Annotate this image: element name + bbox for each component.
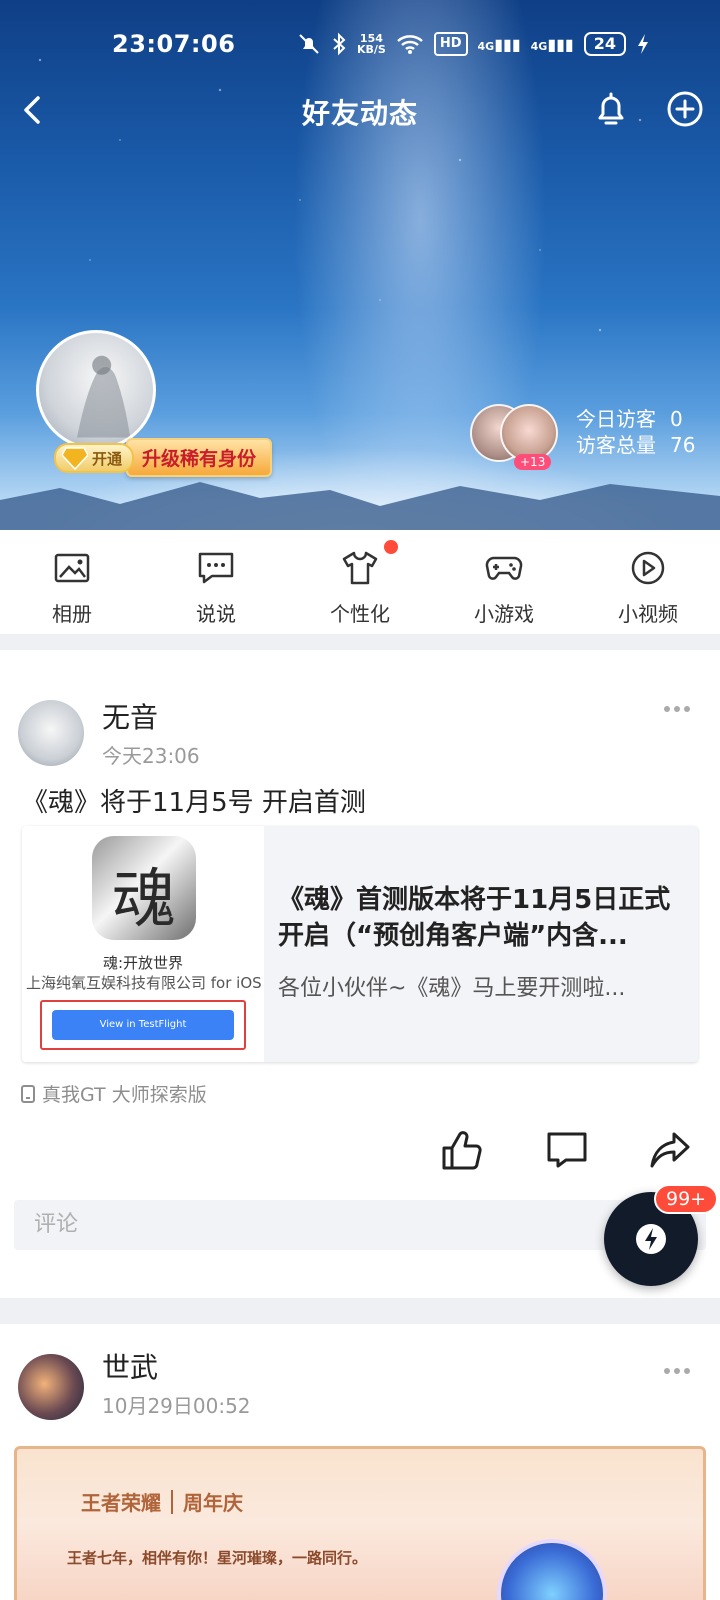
share-thumbnail: 魂 魂:开放世界 上海纯氧互娱科技有限公司 for iOS View in Te… [22,826,264,1062]
screen: 23:07:06 154KB/S HD 4G▮▮▮ 4G▮▮▮ 24 好友动态 [0,0,720,1600]
emblem-graphic [497,1539,607,1600]
post-author-name[interactable]: 世武 [102,1346,158,1386]
chat-bubble-icon [198,552,234,584]
top-bar: 好友动态 [0,82,720,138]
mute-bell-icon [299,34,319,54]
visitor-avatars[interactable] [470,404,562,462]
comment-input[interactable]: 评论 [14,1200,706,1250]
upgrade-identity-button[interactable]: 升级稀有身份 [126,438,273,477]
signal-1: 4G▮▮▮ [477,34,521,54]
status-bar: 23:07:06 154 KB/S HD 4G▮▮▮ 4G▮▮▮ 24 [0,28,720,64]
add-circle-icon[interactable] [664,88,706,130]
game-logo: 王者荣耀 周年庆 [81,1487,243,1516]
device-source: 真我GT 大师探索版 [20,1080,207,1107]
app-icon: 魂 [92,836,196,940]
nav-games-label: 小游戏 [474,602,534,626]
image-slogan: 王者七年，相伴有你！星河璀璨，一路同行。 [67,1549,368,1567]
nav-moments[interactable]: 说说 [144,530,288,634]
post-actions [420,1128,720,1188]
charging-icon [638,34,648,54]
notification-dot [384,540,398,554]
lightning-bubble-icon [636,1224,666,1254]
feed-post: 世武 10月29日00:52 王者荣耀 周年庆 王者七年，相伴有你！星河璀璨，一… [0,1324,720,1600]
bluetooth-icon [333,32,346,56]
cover-banner: 23:07:06 154KB/S HD 4G▮▮▮ 4G▮▮▮ 24 好友动态 [0,0,720,530]
nav-videos[interactable]: 小视频 [576,530,720,634]
total-visitors-label: 访客总量 [576,433,656,457]
post-image[interactable]: 王者荣耀 周年庆 王者七年，相伴有你！星河璀璨，一路同行。 [14,1446,706,1600]
share-description: 各位小伙伴~《魂》马上要开测啦... [278,976,626,1001]
hd-indicator: HD [433,32,468,56]
post-author-name[interactable]: 无音 [102,696,158,736]
logo-separator [171,1489,173,1514]
avatar-illustration [77,355,131,438]
nav-moments-label: 说说 [196,602,236,626]
brand-name: 王者荣耀 [81,1491,161,1515]
battery-indicator: 24 [583,32,626,56]
comment-icon[interactable] [546,1130,588,1170]
photo-icon [54,553,90,583]
nav-album[interactable]: 相册 [0,530,144,634]
today-visitors-value: 0 [670,407,683,431]
wifi-icon [397,35,423,54]
like-icon[interactable] [440,1128,484,1172]
event-name: 周年庆 [183,1491,243,1515]
testflight-button: View in TestFlight [52,1010,234,1040]
vip-badge[interactable]: 开通 升级稀有身份 [54,438,273,477]
post-time: 今天23:06 [102,744,200,768]
visitor-stats[interactable]: 今日访客 0 访客总量 76 [576,406,695,458]
more-options-icon[interactable] [662,1366,692,1376]
highlight-frame: View in TestFlight [40,1000,246,1050]
app-company: 上海纯氧互娱科技有限公司 for iOS [26,974,262,992]
post-time: 10月29日00:52 [102,1394,251,1418]
nav-album-label: 相册 [52,602,92,626]
nav-personalize-label: 个性化 [330,602,390,626]
share-icon[interactable] [648,1128,692,1172]
notification-badge: 99+ [654,1184,719,1214]
nav-games[interactable]: 小游戏 [432,530,576,634]
visitor-more-badge: +13 [514,454,552,470]
vip-open-button[interactable]: 开通 [54,442,135,473]
total-visitors-value: 76 [670,433,696,457]
quick-nav: 相册 说说 个性化 小游戏 小视频 [0,530,720,634]
nav-videos-label: 小视频 [618,602,678,626]
play-icon [631,551,665,585]
tshirt-icon [342,551,378,585]
gamepad-icon [485,556,523,580]
shared-link-card[interactable]: 魂 魂:开放世界 上海纯氧互娱科技有限公司 for iOS View in Te… [22,826,698,1062]
share-title: 《魂》首测版本将于11月5日正式开启（“预创角客户端”内含... [278,885,671,951]
nav-personalize[interactable]: 个性化 [288,530,432,634]
more-options-icon[interactable] [662,704,692,714]
phone-icon [21,1084,35,1103]
status-time: 23:07:06 [112,30,236,58]
profile-avatar[interactable] [36,330,156,450]
diamond-icon [62,446,88,470]
post-text: 《魂》将于11月5号 开启首测 [22,788,366,818]
post-author-avatar[interactable] [18,700,84,766]
feed-post: 无音 今天23:06 《魂》将于11月5号 开启首测 魂 魂:开放世界 上海纯氧… [0,650,720,1298]
bell-icon[interactable] [590,88,632,130]
status-icons: 154 KB/S HD 4G▮▮▮ 4G▮▮▮ 24 [297,32,650,56]
today-visitors-label: 今日访客 [576,407,656,431]
app-name: 魂:开放世界 [102,954,184,972]
network-speed: 154 KB/S [356,32,386,56]
post-author-avatar[interactable] [18,1354,84,1420]
signal-2: 4G▮▮▮ [530,34,574,54]
